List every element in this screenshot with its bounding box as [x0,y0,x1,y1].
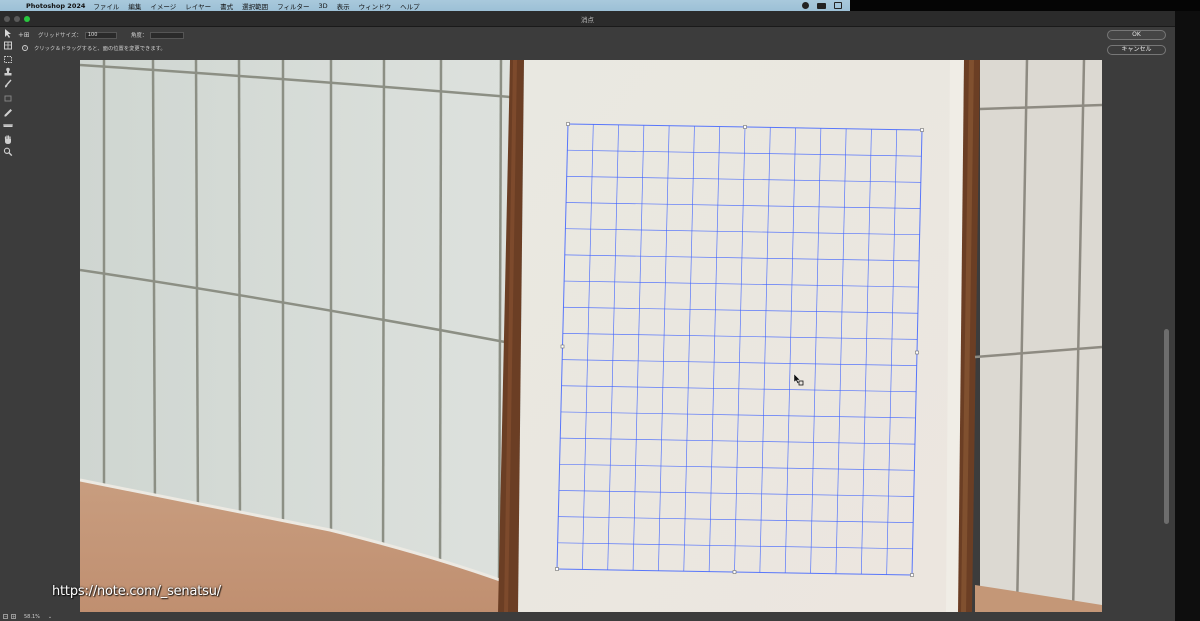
marquee-tool-icon[interactable] [3,55,13,64]
plane-options-icon[interactable]: +⊞ [18,31,30,39]
right-edge-strip [1175,11,1200,621]
info-message: クリック＆ドラッグすると、面の位置を変更できます。 [34,46,166,52]
stamp-tool-icon[interactable] [3,67,13,76]
grid-handle [743,125,747,129]
zoom-dropdown-icon[interactable]: ⌄ [48,614,52,620]
app-name-menu[interactable]: Photoshop 2024 [26,2,85,10]
dialog-titlebar: 消点 [0,11,1175,27]
grid-handle [566,122,570,126]
menu-filter[interactable]: フィルター [277,1,309,11]
menu-help[interactable]: ヘルプ [400,1,420,11]
status-window-icon[interactable] [834,2,842,9]
eyedropper-tool-icon[interactable] [3,108,13,117]
grid-line [582,124,594,570]
grid-line [632,125,645,571]
grid-line [683,126,695,572]
hand-tool-icon[interactable] [3,135,13,144]
grid-handle [560,344,565,349]
menu-view[interactable]: 表示 [337,1,350,11]
info-bar: i クリック＆ドラッグすると、面の位置を変更できます。 [22,44,166,52]
transform-tool-icon[interactable] [3,94,13,103]
menu-edit[interactable]: 編集 [128,1,141,11]
angle-field[interactable] [150,31,185,39]
grid-line [759,127,771,573]
brush-tool-icon[interactable] [3,79,13,88]
grid-handle [910,573,914,577]
status-record-icon[interactable] [802,2,809,9]
grid-handle [920,128,924,132]
image-canvas[interactable] [80,60,1102,613]
grid-size-field[interactable]: 100 [84,31,117,39]
grid-handle [915,350,919,355]
menu-layer[interactable]: レイヤー [185,1,211,11]
move-cursor-icon [793,374,804,386]
zoom-out-button[interactable]: − [3,614,8,619]
grid-handle [732,570,737,574]
grid-line [835,128,847,574]
grid-line [886,129,898,575]
status-bar: − + 58.1% ⌄ [0,612,1175,621]
menu-file[interactable]: ファイル [93,1,119,11]
create-plane-tool-icon[interactable] [3,41,13,50]
grid-line [607,124,619,570]
menubar-status-icons [802,2,842,9]
edit-plane-tool-icon[interactable] [3,29,13,38]
cancel-button[interactable]: キャンセル [1107,45,1166,55]
status-display-icon[interactable] [817,2,826,9]
dialog-title: 消点 [581,16,594,24]
watermark-url: https://note.com/_senatsu/ [52,584,221,599]
ok-button[interactable]: OK [1107,30,1166,40]
perspective-grid[interactable] [80,60,1102,613]
zoom-in-button[interactable]: + [11,614,16,619]
menu-window[interactable]: ウィンドウ [359,1,392,11]
info-icon: i [22,45,28,51]
grid-line [708,126,721,572]
grid-size-label: グリッドサイズ： [38,33,82,39]
grid-line [860,129,872,575]
menu-bar: Photoshop 2024 ファイル 編集 イメージ レイヤー 書式 選択範囲… [0,0,850,11]
grid-line [784,127,796,573]
zoom-level[interactable]: 58.1% [24,614,40,620]
grid-line [810,128,822,574]
grid-line [658,125,670,571]
photoshop-vanishing-point-screen: Photoshop 2024 ファイル 編集 イメージ レイヤー 書式 選択範囲… [0,0,1200,621]
menu-image[interactable]: イメージ [150,1,176,11]
vertical-scrollbar[interactable] [1164,329,1169,524]
menu-select[interactable]: 選択範囲 [242,1,268,11]
menubar-dark-area [850,0,1200,11]
menu-3d[interactable]: 3D [318,2,327,10]
measure-tool-icon[interactable] [3,121,13,130]
tool-options-bar: +⊞ グリッドサイズ： 100 角度： [18,30,185,40]
grid-line [734,126,746,573]
angle-label: 角度： [130,33,148,39]
menu-type[interactable]: 書式 [220,1,233,11]
zoom-tool-icon[interactable] [3,147,13,156]
vanishing-point-dialog: +⊞ グリッドサイズ： 100 角度： i クリック＆ドラッグすると、面の位置を… [0,27,1175,621]
grid-handle [555,567,559,571]
